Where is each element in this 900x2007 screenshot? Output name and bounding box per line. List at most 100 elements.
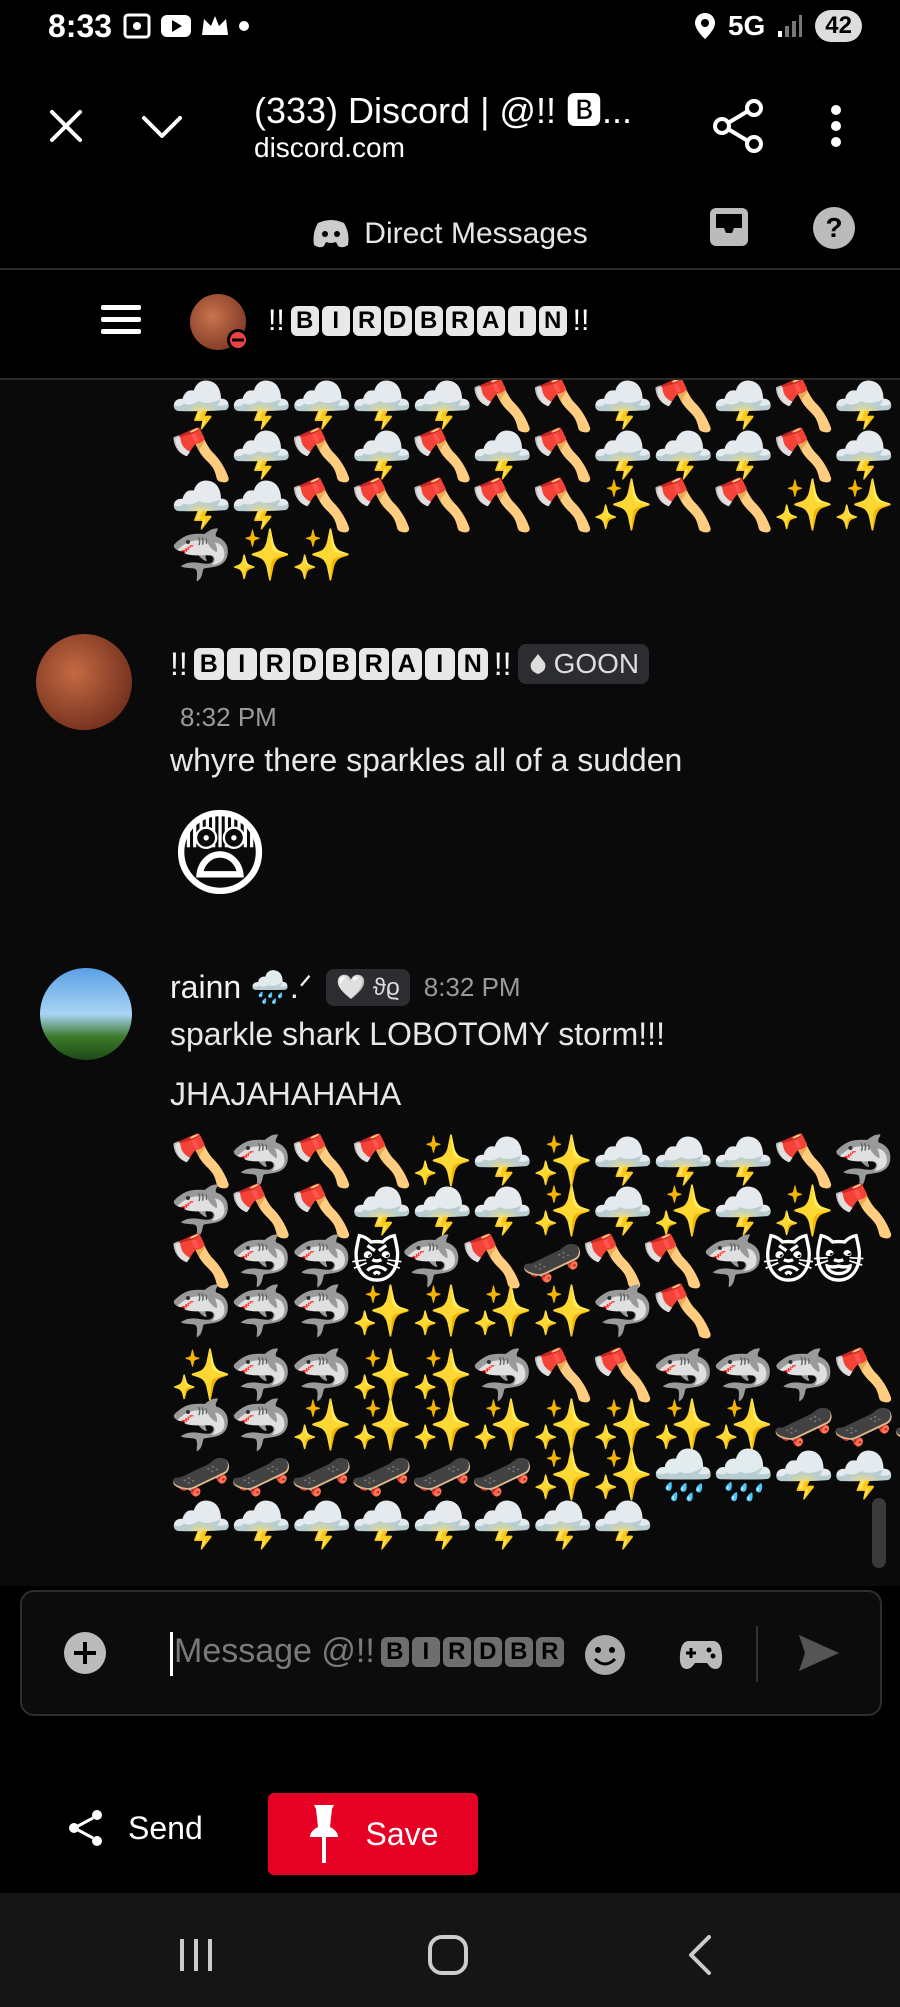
chat-area[interactable]: 🌩️🌩️🌩️🌩️🌩️🪓🪓🌩️🪓🌩️🪓🌩️ 🪓🌩️🪓🌩️🪓🌩️🪓🌩️🌩️🌩️🪓🌩️… — [0, 380, 900, 1586]
message-timestamp: 8:32 PM — [180, 702, 277, 732]
send-message-button[interactable] — [794, 1630, 844, 1676]
browser-title: (333) Discord | @!! 🅱... — [254, 90, 632, 131]
chevron-down-icon — [142, 116, 182, 138]
emoji-row: 🪓🌩️🪓🌩️🪓🌩️🪓🌩️🌩️🌩️🪓🌩️ — [170, 426, 895, 484]
save-button[interactable]: Save — [268, 1793, 478, 1875]
letter: R — [259, 648, 290, 680]
dm-header: Direct Messages — [0, 198, 900, 270]
message-avatar[interactable] — [40, 968, 132, 1060]
author-name: rainn 🌧️.ᐟ — [170, 969, 313, 1005]
plus-icon — [64, 1632, 106, 1674]
attach-button[interactable] — [60, 1630, 110, 1676]
message-avatar[interactable] — [36, 634, 132, 730]
discord-icon — [313, 220, 349, 248]
letter: I — [424, 648, 455, 680]
close-icon — [50, 110, 82, 142]
emoji-row: 🌩️🌩️🌩️🌩️🌩️🌩️🌩️🌩️ — [170, 1496, 654, 1554]
message-emoji: 😨 — [170, 801, 271, 908]
message-text: sparkle shark LOBOTOMY storm!!! — [170, 1016, 665, 1052]
message-text: JHAJAHAHAHA — [170, 1076, 402, 1112]
username-letters: B I R D B R A I N — [290, 306, 567, 336]
scrollbar-thumb[interactable] — [872, 1498, 886, 1568]
message-author[interactable]: rainn 🌧️.ᐟ 🤍 ϑϱ 8:32 PM — [170, 968, 521, 1006]
more-vertical-icon — [831, 105, 841, 147]
divider — [756, 1626, 758, 1682]
screenshot-icon — [123, 13, 151, 39]
collapse-button[interactable] — [134, 100, 190, 152]
dm-username: !! B I R D B R A I N !! — [268, 304, 589, 338]
location-icon — [694, 13, 715, 39]
send-label: Send — [128, 1809, 203, 1846]
message-input[interactable]: Message @!! B I R D B R — [174, 1632, 594, 1671]
letter: D — [383, 306, 412, 336]
emoji-block: 🪓🦈🪓🪓✨🌩️✨🌩️🌩️🌩️🪓🦈 🦈🪓🪓🌩️🌩️🌩️✨🌩️✨🌩️✨🪓 🪓🦈🦈😾🦈… — [170, 1136, 900, 1550]
help-icon: ? — [813, 207, 855, 249]
message-timestamp: 8:32 PM — [423, 971, 521, 1002]
letter: R — [445, 306, 474, 336]
letter: R — [535, 1636, 564, 1667]
message-author[interactable]: !! B I R D B R A I N !! GOON — [170, 644, 650, 684]
recents-button[interactable] — [166, 1930, 226, 1980]
network-label: 5G — [727, 10, 766, 41]
letter: R — [352, 306, 381, 336]
letter: A — [476, 306, 505, 336]
garlic-icon — [530, 654, 545, 674]
letter: I — [507, 306, 536, 336]
help-button[interactable]: ? — [810, 204, 858, 252]
letter: B — [504, 1636, 533, 1667]
letter: N — [538, 306, 567, 336]
crown-icon — [202, 16, 228, 35]
inbox-button[interactable] — [706, 204, 752, 250]
author-prefix: !! — [170, 645, 188, 682]
status-time: 8:33 — [48, 8, 113, 44]
status-icons — [122, 12, 250, 40]
emoji-row: 🦈🦈🦈✨✨✨✨🦈🪓 — [170, 1282, 714, 1340]
divider — [0, 268, 900, 270]
svg-text:?: ? — [825, 212, 842, 243]
send-arrow-icon — [799, 1635, 839, 1671]
hamburger-icon — [101, 305, 141, 334]
menu-button[interactable] — [96, 298, 146, 342]
letter: R — [442, 1636, 471, 1667]
letter: D — [292, 648, 323, 680]
role-label: GOON — [553, 648, 640, 679]
share-icon — [713, 99, 763, 153]
home-button[interactable] — [418, 1930, 478, 1980]
save-label: Save — [365, 1815, 439, 1852]
letter: B — [325, 648, 356, 680]
letter: I — [411, 1636, 440, 1667]
placeholder-letters: B I R D B R — [380, 1636, 564, 1667]
share-button[interactable] — [708, 96, 768, 156]
dnd-status-icon — [227, 329, 249, 351]
emoji-button[interactable] — [584, 1632, 626, 1678]
share-icon — [69, 1810, 102, 1846]
send-button[interactable]: Send — [66, 1808, 203, 1848]
message-text: whyre there sparkles all of a sudden — [170, 742, 683, 778]
close-button[interactable] — [40, 100, 92, 152]
role-badge[interactable]: GOON — [517, 644, 650, 684]
dm-header-label: Direct Messages — [364, 217, 588, 250]
smiley-icon — [585, 1635, 625, 1675]
back-button[interactable] — [670, 1930, 730, 1980]
youtube-icon — [161, 15, 191, 37]
inbox-icon — [710, 208, 748, 246]
activities-button[interactable] — [676, 1632, 726, 1678]
letter: B — [290, 306, 319, 336]
back-icon — [689, 1935, 711, 1975]
letter: B — [380, 1636, 409, 1667]
signal-icon — [778, 15, 803, 37]
home-icon — [428, 1935, 468, 1975]
author-letters: B I R D B R A I N — [193, 648, 488, 680]
letter: B — [193, 648, 224, 680]
text-cursor — [170, 1632, 173, 1676]
browser-url: discord.com — [254, 132, 405, 163]
letter: D — [473, 1636, 502, 1667]
recents-icon — [180, 1939, 212, 1971]
user-tag[interactable]: 🤍 ϑϱ — [326, 968, 410, 1006]
username-prefix: !! — [268, 304, 285, 337]
emoji-row: 🪓🦈🪓🪓✨🌩️✨🌩️🌩️🌩️🪓🦈 — [170, 1132, 895, 1190]
emoji-row: 🪓🦈🦈😾🦈🪓🛹🪓🪓🦈😾😺 — [170, 1232, 865, 1290]
emoji-row: ✨🦈🦈✨✨🦈🪓🪓🦈🦈🦈🪓 — [170, 1346, 895, 1404]
more-options-button[interactable] — [816, 96, 856, 156]
pin-icon — [309, 1805, 338, 1863]
